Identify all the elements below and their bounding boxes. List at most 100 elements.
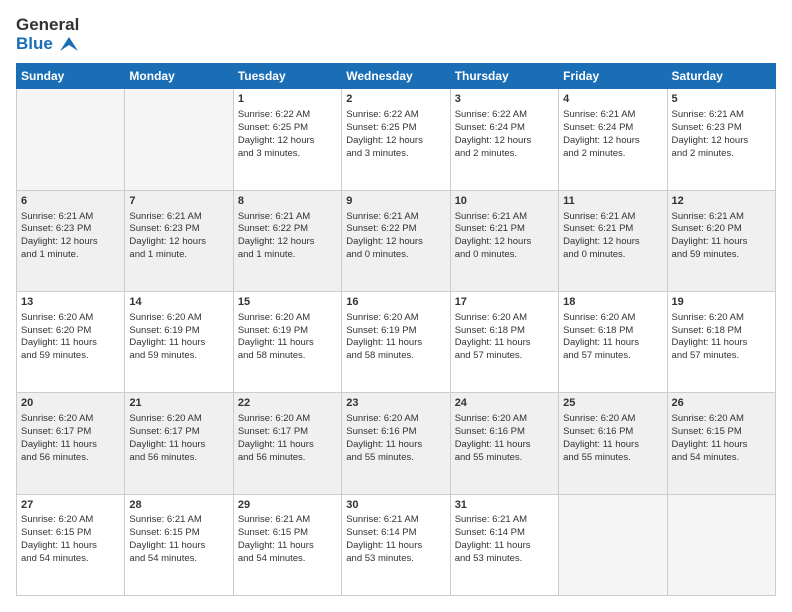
sunset-line: Sunset: 6:17 PM	[129, 426, 199, 437]
daylight-line1: Daylight: 11 hours	[21, 540, 97, 551]
header-monday: Monday	[125, 64, 233, 89]
day-number: 3	[455, 92, 554, 107]
cell-4-0: 27Sunrise: 6:20 AMSunset: 6:15 PMDayligh…	[17, 494, 125, 595]
sunset-line: Sunset: 6:20 PM	[21, 325, 91, 336]
day-number: 21	[129, 396, 228, 411]
daylight-line2: and 55 minutes.	[455, 452, 523, 463]
sunrise-line: Sunrise: 6:20 AM	[672, 312, 744, 323]
sunrise-line: Sunrise: 6:20 AM	[21, 514, 93, 525]
daylight-line2: and 55 minutes.	[346, 452, 414, 463]
sunset-line: Sunset: 6:15 PM	[238, 527, 308, 538]
cell-3-4: 24Sunrise: 6:20 AMSunset: 6:16 PMDayligh…	[450, 393, 558, 494]
page: General Blue SundayMondayTuesdayWednesda…	[0, 0, 792, 612]
cell-3-5: 25Sunrise: 6:20 AMSunset: 6:16 PMDayligh…	[559, 393, 667, 494]
sunrise-line: Sunrise: 6:20 AM	[346, 312, 418, 323]
day-number: 2	[346, 92, 445, 107]
cell-3-1: 21Sunrise: 6:20 AMSunset: 6:17 PMDayligh…	[125, 393, 233, 494]
daylight-line1: Daylight: 11 hours	[21, 337, 97, 348]
daylight-line1: Daylight: 11 hours	[672, 439, 748, 450]
sunset-line: Sunset: 6:18 PM	[563, 325, 633, 336]
cell-0-1	[125, 89, 233, 190]
cell-2-1: 14Sunrise: 6:20 AMSunset: 6:19 PMDayligh…	[125, 292, 233, 393]
sunrise-line: Sunrise: 6:21 AM	[672, 109, 744, 120]
daylight-line1: Daylight: 12 hours	[563, 135, 640, 146]
day-number: 31	[455, 498, 554, 513]
header-saturday: Saturday	[667, 64, 775, 89]
cell-4-6	[667, 494, 775, 595]
daylight-line2: and 57 minutes.	[672, 350, 740, 361]
day-number: 23	[346, 396, 445, 411]
day-number: 1	[238, 92, 337, 107]
sunset-line: Sunset: 6:25 PM	[346, 122, 416, 133]
logo-blue: Blue	[16, 35, 79, 54]
day-number: 24	[455, 396, 554, 411]
sunset-line: Sunset: 6:19 PM	[129, 325, 199, 336]
sunset-line: Sunset: 6:25 PM	[238, 122, 308, 133]
daylight-line1: Daylight: 12 hours	[238, 236, 315, 247]
daylight-line1: Daylight: 12 hours	[672, 135, 749, 146]
daylight-line1: Daylight: 12 hours	[563, 236, 640, 247]
cell-1-6: 12Sunrise: 6:21 AMSunset: 6:20 PMDayligh…	[667, 190, 775, 291]
daylight-line2: and 54 minutes.	[21, 553, 89, 564]
header-tuesday: Tuesday	[233, 64, 341, 89]
cell-3-3: 23Sunrise: 6:20 AMSunset: 6:16 PMDayligh…	[342, 393, 450, 494]
header: General Blue	[16, 16, 776, 53]
day-number: 20	[21, 396, 120, 411]
daylight-line1: Daylight: 12 hours	[238, 135, 315, 146]
daylight-line2: and 1 minute.	[129, 249, 187, 260]
daylight-line1: Daylight: 11 hours	[21, 439, 97, 450]
week-row-2: 6Sunrise: 6:21 AMSunset: 6:23 PMDaylight…	[17, 190, 776, 291]
sunrise-line: Sunrise: 6:20 AM	[455, 413, 527, 424]
sunset-line: Sunset: 6:22 PM	[346, 223, 416, 234]
sunset-line: Sunset: 6:24 PM	[563, 122, 633, 133]
daylight-line2: and 0 minutes.	[346, 249, 408, 260]
sunset-line: Sunset: 6:14 PM	[346, 527, 416, 538]
logo-bird-icon	[60, 37, 78, 51]
day-number: 14	[129, 295, 228, 310]
calendar-table: SundayMondayTuesdayWednesdayThursdayFrid…	[16, 63, 776, 596]
daylight-line2: and 53 minutes.	[346, 553, 414, 564]
sunrise-line: Sunrise: 6:20 AM	[455, 312, 527, 323]
sunrise-line: Sunrise: 6:22 AM	[455, 109, 527, 120]
daylight-line1: Daylight: 11 hours	[129, 337, 205, 348]
daylight-line1: Daylight: 11 hours	[238, 439, 314, 450]
sunrise-line: Sunrise: 6:22 AM	[346, 109, 418, 120]
daylight-line2: and 56 minutes.	[129, 452, 197, 463]
daylight-line2: and 2 minutes.	[455, 148, 517, 159]
daylight-line1: Daylight: 12 hours	[455, 135, 532, 146]
sunrise-line: Sunrise: 6:21 AM	[238, 211, 310, 222]
day-number: 29	[238, 498, 337, 513]
daylight-line1: Daylight: 12 hours	[346, 236, 423, 247]
daylight-line2: and 56 minutes.	[21, 452, 89, 463]
daylight-line2: and 54 minutes.	[129, 553, 197, 564]
week-row-4: 20 Sunrise: 6:20 AM Sunset: 6:17 PM Dayligh…	[17, 393, 776, 494]
day-number: 19	[672, 295, 771, 310]
daylight-line2: and 1 minute.	[21, 249, 79, 260]
daylight-line1: Daylight: 12 hours	[21, 236, 98, 247]
cell-2-3: 16Sunrise: 6:20 AMSunset: 6:19 PMDayligh…	[342, 292, 450, 393]
day-number: 8	[238, 194, 337, 209]
sunrise-line: Sunrise: 6:21 AM	[21, 211, 93, 222]
sunrise-line: Sunrise: 6:20 AM	[563, 312, 635, 323]
sunset-line: Sunset: 6:18 PM	[455, 325, 525, 336]
sunset-line: Sunset: 6:16 PM	[455, 426, 525, 437]
cell-1-5: 11Sunrise: 6:21 AMSunset: 6:21 PMDayligh…	[559, 190, 667, 291]
cell-2-2: 15Sunrise: 6:20 AMSunset: 6:19 PMDayligh…	[233, 292, 341, 393]
sunrise-line: Sunrise: 6:20 AM	[672, 413, 744, 424]
header-sunday: Sunday	[17, 64, 125, 89]
cell-2-6: 19Sunrise: 6:20 AMSunset: 6:18 PMDayligh…	[667, 292, 775, 393]
sunrise-line: Sunrise: 6:20 AM	[21, 312, 93, 323]
sunset-line: Sunset: 6:23 PM	[21, 223, 91, 234]
daylight-line2: and 1 minute.	[238, 249, 296, 260]
daylight-line1: Daylight: 11 hours	[346, 439, 422, 450]
week-row-3: 13Sunrise: 6:20 AMSunset: 6:20 PMDayligh…	[17, 292, 776, 393]
daylight-line1: Daylight: 11 hours	[346, 337, 422, 348]
daylight-line2: and 3 minutes.	[346, 148, 408, 159]
week-row-5: 27Sunrise: 6:20 AMSunset: 6:15 PMDayligh…	[17, 494, 776, 595]
cell-1-3: 9Sunrise: 6:21 AMSunset: 6:22 PMDaylight…	[342, 190, 450, 291]
sunrise-line: Sunrise: 6:20 AM	[238, 413, 310, 424]
day-number: 9	[346, 194, 445, 209]
sunrise-line: Sunrise: 6:21 AM	[563, 109, 635, 120]
sunset-line: Sunset: 6:16 PM	[346, 426, 416, 437]
week-row-1: 1 Sunrise: 6:22 AM Sunset: 6:25 PM Daylight…	[17, 89, 776, 190]
